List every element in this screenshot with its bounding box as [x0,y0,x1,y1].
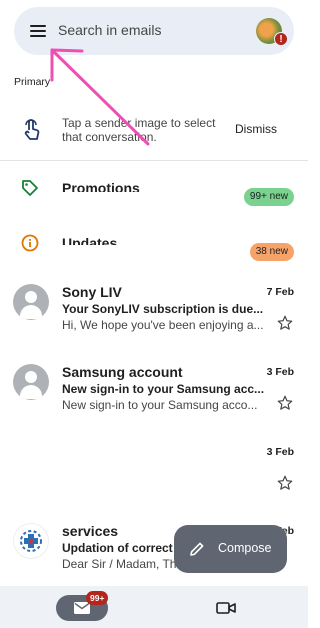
sender-avatar[interactable] [13,523,49,559]
email-date: 3 Feb [266,366,294,378]
email-row[interactable]: Sony LIV 7 Feb Your SonyLIV subscription… [0,284,308,360]
unread-count-badge: 99+ [86,591,109,605]
services-logo-icon [20,530,42,552]
sender-name: Sony LIV [62,284,122,300]
sender-name: Samsung account [62,364,183,380]
new-count-badge: 38 new [249,243,294,261]
email-row[interactable]: 3 Feb [0,444,308,520]
email-snippet: New sign-in to your Samsung acco... [62,398,258,412]
video-camera-icon[interactable] [216,600,236,616]
redacted-area [6,444,264,494]
category-updates[interactable]: Updates 38 new [0,225,308,275]
search-input[interactable]: Search in emails [58,22,162,38]
tip-text: Tap a sender image to select that conver… [62,116,216,144]
email-date: 3 Feb [266,446,294,458]
tag-icon [22,180,38,196]
menu-icon[interactable] [28,22,48,40]
divider [0,160,308,161]
email-row[interactable]: Samsung account 3 Feb New sign-in to you… [0,364,308,440]
email-subject: New sign-in to your Samsung acc... [62,382,265,396]
touch-icon [24,119,40,140]
redacted-area [60,192,234,208]
compose-button[interactable]: Compose [174,525,287,573]
sender-avatar[interactable] [13,284,49,320]
info-icon [21,234,39,252]
email-snippet: Hi, We hope you've been enjoying a... [62,318,264,332]
star-icon[interactable] [276,314,294,332]
star-icon[interactable] [276,474,294,492]
compose-label: Compose [218,541,272,555]
sender-name: services [62,523,119,539]
new-count-badge: 99+ new [243,188,294,206]
tip-banner: Tap a sender image to select that conver… [0,108,308,154]
star-icon[interactable] [276,394,294,412]
email-date: 7 Feb [266,286,294,298]
email-subject: Your SonyLIV subscription is due... [62,302,264,316]
search-bar[interactable]: Search in emails ! [14,7,294,55]
redacted-area [54,245,238,269]
dismiss-button[interactable]: Dismiss [235,122,277,136]
pencil-icon [190,542,204,556]
mail-icon [74,602,90,614]
sender-avatar[interactable] [13,364,49,400]
section-label: Primary [14,76,51,88]
category-promotions[interactable]: Promotions 99+ new [0,170,308,220]
alert-icon: ! [274,32,288,46]
bottom-navigation: 99+ [0,586,308,628]
